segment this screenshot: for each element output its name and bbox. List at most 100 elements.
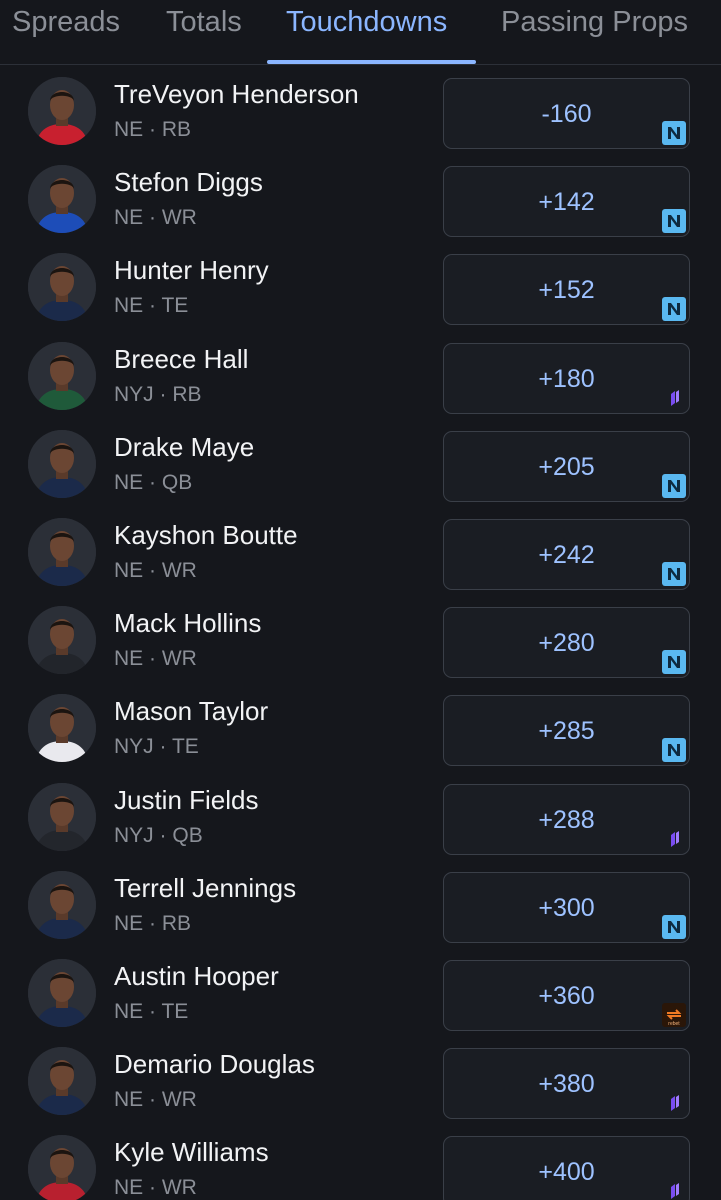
player-row: Justin Fields NYJ · QB +288: [0, 776, 721, 864]
odds-value: +285: [538, 717, 595, 746]
odds-button[interactable]: +400: [443, 1136, 690, 1200]
player-row: TreVeyon Henderson NE · RB -160: [0, 70, 721, 158]
odds-value: -160: [541, 100, 592, 128]
tab-touchdowns[interactable]: Touchdowns: [286, 0, 447, 58]
player-meta: NE · WR: [114, 647, 197, 671]
odds-button[interactable]: +152: [443, 254, 690, 326]
n-book-icon: [662, 562, 686, 586]
player-position: WR: [161, 559, 197, 582]
odds-value: +205: [538, 452, 595, 481]
player-avatar: [28, 518, 96, 586]
n-book-icon: [662, 650, 686, 675]
player-avatar: [28, 77, 96, 145]
rebet-logo-text: rebet: [668, 1021, 680, 1027]
player-team: NYJ: [114, 382, 154, 406]
tab-spreads[interactable]: Spreads: [12, 0, 120, 58]
player-name: Stefon Diggs: [114, 167, 263, 198]
meta-separator: ·: [143, 1088, 162, 1112]
player-meta: NYJ · TE: [114, 735, 199, 759]
purple-book-icon: [662, 1091, 686, 1115]
player-position: RB: [161, 911, 192, 935]
meta-separator: ·: [153, 382, 173, 406]
player-meta: NE · WR: [114, 1088, 197, 1112]
odds-button[interactable]: +142: [443, 166, 690, 238]
player-team: NE: [114, 1000, 144, 1023]
n-book-icon: [662, 738, 686, 763]
player-row: Terrell Jennings NE · RB +300: [0, 864, 721, 952]
odds-value: +400: [538, 1158, 595, 1187]
meta-separator: ·: [143, 294, 162, 318]
player-row: Mason Taylor NYJ · TE +285: [0, 687, 721, 775]
player-row: Mack Hollins NE · WR +280: [0, 599, 721, 687]
player-name: Mack Hollins: [114, 608, 262, 639]
player-avatar: [28, 782, 96, 851]
odds-button[interactable]: +300: [443, 871, 690, 943]
odds-button[interactable]: -160: [443, 78, 690, 149]
odds-value: +152: [538, 276, 595, 305]
player-row: Kayshon Boutte NE · WR +242: [0, 511, 721, 599]
active-tab-indicator: [267, 60, 476, 64]
player-meta: NYJ · RB: [114, 383, 202, 407]
player-meta: NE · TE: [114, 294, 188, 318]
player-position: QB: [172, 823, 203, 847]
meta-separator: ·: [143, 206, 162, 230]
odds-button[interactable]: +380: [443, 1048, 690, 1120]
player-team: NE: [114, 294, 144, 318]
player-position: WR: [161, 647, 197, 671]
player-name: Mason Taylor: [114, 696, 269, 727]
player-team: NE: [114, 647, 144, 671]
player-position: TE: [161, 294, 189, 318]
player-position: TE: [171, 735, 199, 759]
odds-button[interactable]: +242: [443, 519, 690, 590]
n-book-icon: [662, 914, 686, 939]
odds-button[interactable]: +205: [443, 430, 690, 502]
player-team: NE: [114, 470, 144, 494]
player-avatar: [28, 1135, 96, 1200]
player-position: WR: [161, 1088, 197, 1112]
odds-value: +142: [538, 188, 595, 217]
player-row: Drake Maye NE · QB +205: [0, 423, 721, 511]
player-position: WR: [161, 1176, 197, 1200]
meta-separator: ·: [143, 911, 162, 935]
player-team: NE: [114, 118, 144, 141]
odds-button[interactable]: +280: [443, 607, 690, 679]
player-row: Kyle Williams NE · WR +400: [0, 1128, 721, 1200]
meta-separator: ·: [143, 470, 162, 494]
player-name: Justin Fields: [114, 784, 259, 815]
player-meta: NE · WR: [114, 559, 197, 583]
player-position: TE: [161, 1000, 189, 1023]
meta-separator: ·: [143, 1176, 162, 1200]
odds-button[interactable]: +285: [443, 695, 690, 767]
odds-value: +300: [538, 893, 595, 922]
player-team: NYJ: [114, 823, 154, 847]
odds-value: +280: [538, 629, 595, 658]
player-meta: NE · QB: [114, 471, 192, 495]
tab-passing-props[interactable]: Passing Props: [501, 0, 688, 58]
player-meta: NE · RB: [114, 118, 191, 142]
player-position: RB: [161, 118, 192, 141]
meta-separator: ·: [143, 559, 162, 582]
player-position: QB: [161, 470, 193, 494]
odds-value: +360: [538, 982, 595, 1010]
player-row: Breece Hall NYJ · RB +180: [0, 335, 721, 423]
odds-button[interactable]: +180: [443, 342, 690, 414]
odds-value: +180: [538, 364, 595, 393]
meta-separator: ·: [143, 1000, 162, 1023]
odds-button[interactable]: +360 rebet: [443, 960, 690, 1031]
meta-separator: ·: [153, 823, 173, 847]
player-meta: NE · WR: [114, 1176, 197, 1200]
player-name: Kayshon Boutte: [114, 520, 298, 550]
player-name: Drake Maye: [114, 431, 255, 462]
odds-button[interactable]: +288: [443, 783, 690, 855]
player-name: Hunter Henry: [114, 255, 269, 286]
odds-value: +242: [538, 541, 595, 569]
purple-book-icon: [662, 1179, 686, 1200]
player-name: Demario Douglas: [114, 1049, 315, 1080]
purple-book-icon: [662, 827, 686, 851]
player-avatar: [28, 1047, 96, 1116]
rebet-book-icon: rebet: [662, 1003, 686, 1027]
tab-totals[interactable]: Totals: [166, 0, 242, 58]
player-avatar: [28, 341, 96, 410]
player-team: NE: [114, 911, 144, 935]
player-row: Austin Hooper NE · TE +360 rebet: [0, 952, 721, 1040]
